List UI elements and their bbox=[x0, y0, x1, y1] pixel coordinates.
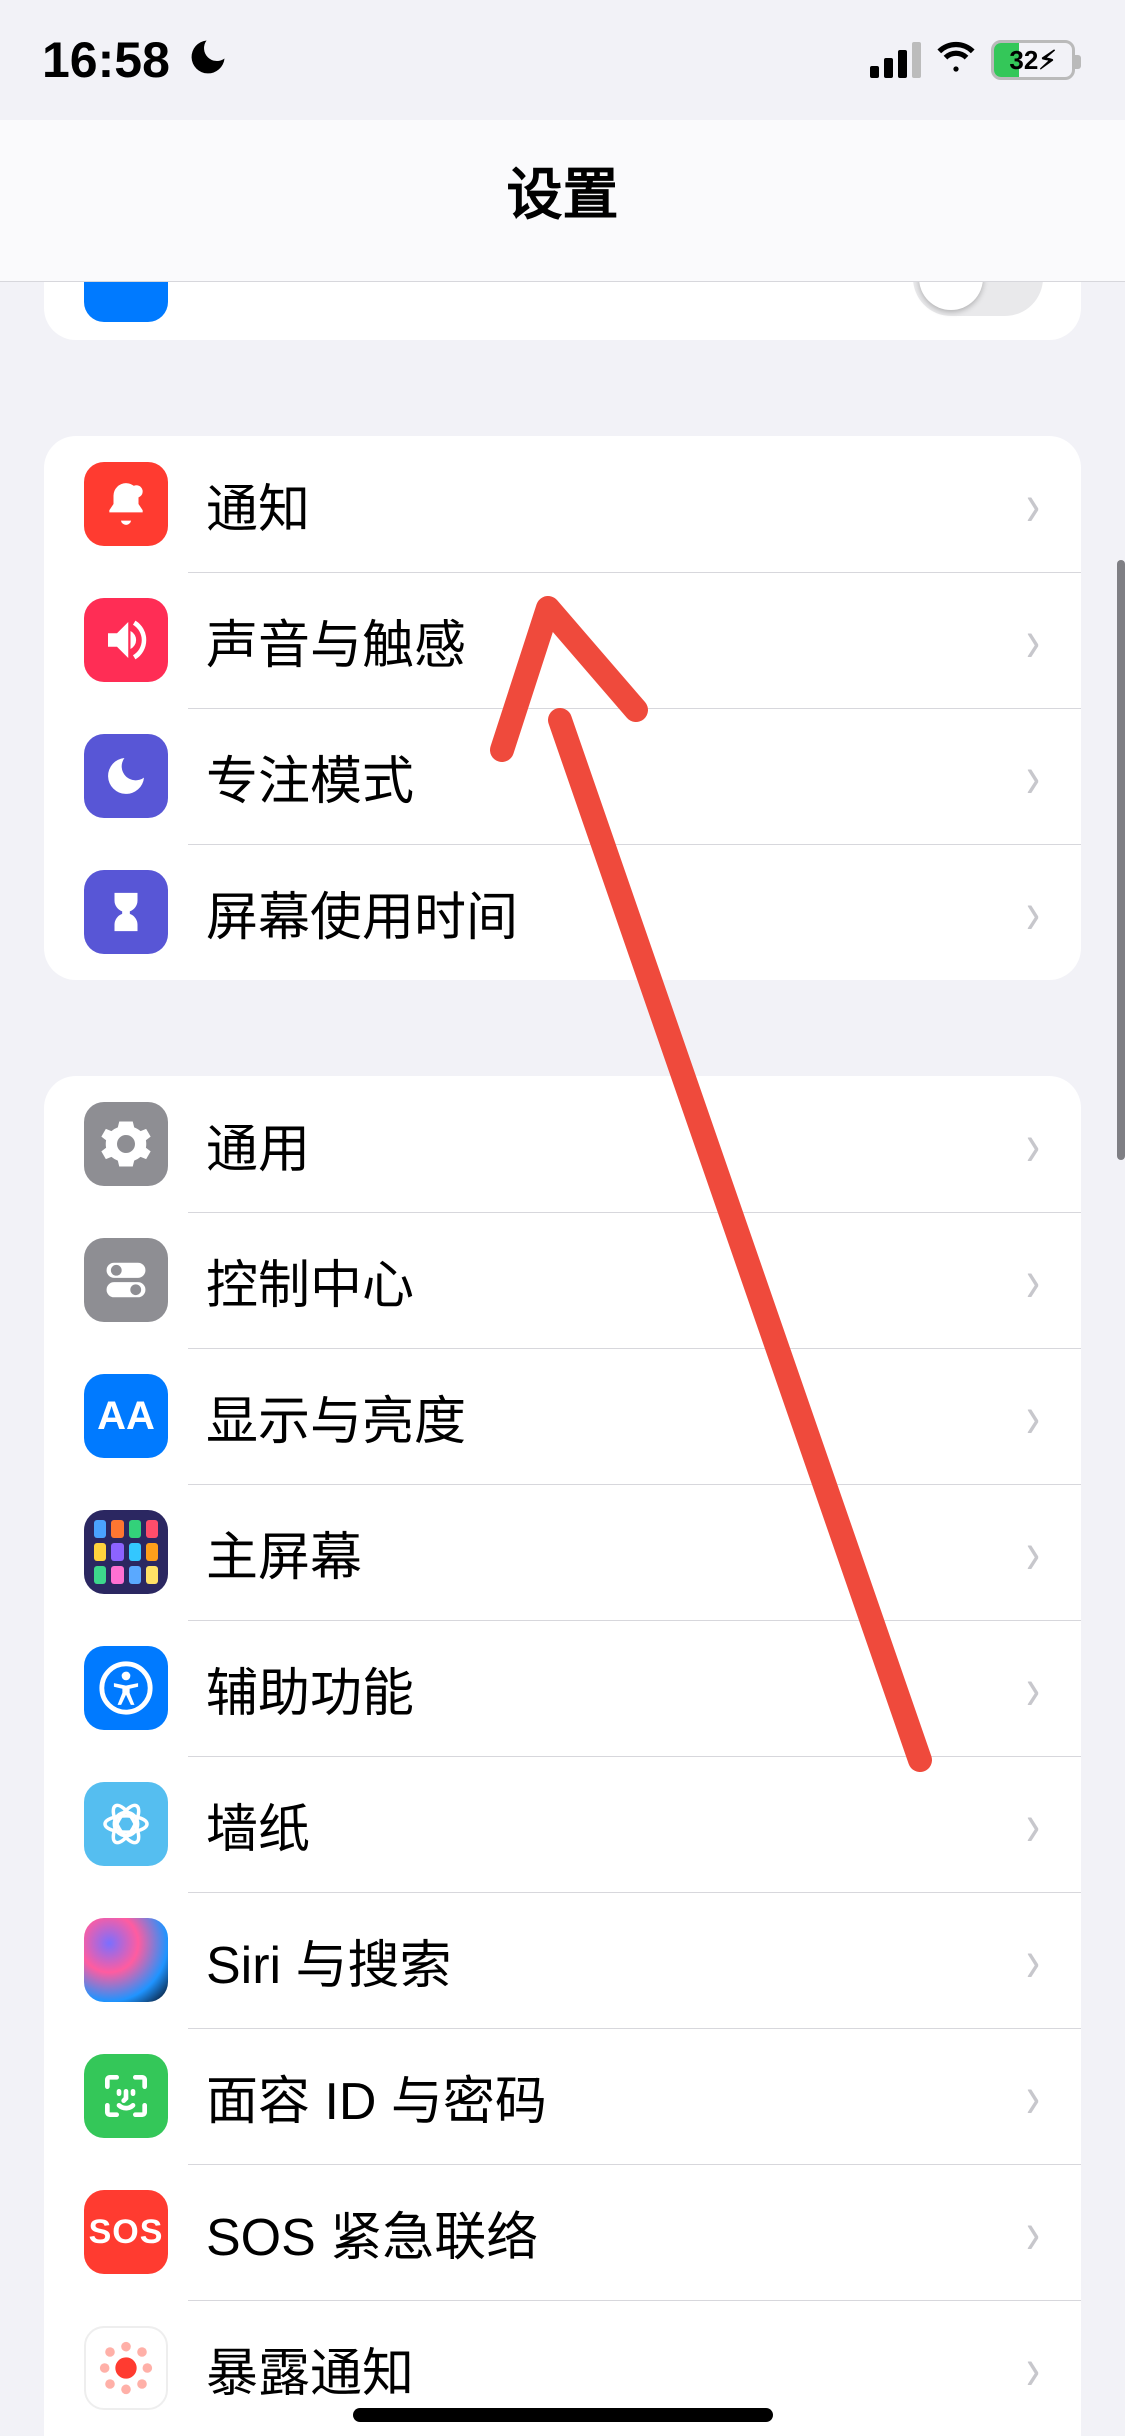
settings-row-label: 屏幕使用时间 bbox=[206, 875, 1023, 950]
status-left: 16:58 bbox=[42, 31, 230, 89]
status-time: 16:58 bbox=[42, 31, 170, 89]
general-icon bbox=[84, 1102, 168, 1186]
chevron-right-icon: › bbox=[1026, 1382, 1040, 1451]
chevron-right-icon: › bbox=[1026, 2334, 1040, 2403]
wifi-icon bbox=[935, 34, 977, 86]
face-id-icon bbox=[84, 2054, 168, 2138]
settings-row-label: 暴露通知 bbox=[206, 2331, 1023, 2406]
wallpaper-icon bbox=[84, 1782, 168, 1866]
settings-row-home-screen[interactable]: 主屏幕 › bbox=[44, 1484, 1081, 1620]
battery-text: 32⚡︎ bbox=[994, 45, 1072, 76]
settings-group-attention: 通知 › 声音与触感 › 专注模式 › 屏幕使用时间 › bbox=[44, 436, 1081, 980]
chevron-right-icon: › bbox=[1026, 1654, 1040, 1723]
settings-row-wallpaper[interactable]: 墙纸 › bbox=[44, 1756, 1081, 1892]
settings-row-face-id-passcode[interactable]: 面容 ID 与密码 › bbox=[44, 2028, 1081, 2164]
previous-group-partial bbox=[44, 282, 1081, 340]
scroll-indicator[interactable] bbox=[1117, 560, 1125, 1160]
settings-group-general: 通用 › 控制中心 › AA 显示与亮度 › 主屏幕 › bbox=[44, 1076, 1081, 2436]
exposure-notification-icon bbox=[84, 2326, 168, 2410]
settings-row-emergency-sos[interactable]: SOS SOS 紧急联络 › bbox=[44, 2164, 1081, 2300]
settings-row-general[interactable]: 通用 › bbox=[44, 1076, 1081, 1212]
siri-icon bbox=[84, 1918, 168, 2002]
chevron-right-icon: › bbox=[1026, 1246, 1040, 1315]
settings-row-label: 专注模式 bbox=[206, 739, 1023, 814]
notifications-icon bbox=[84, 462, 168, 546]
chevron-right-icon: › bbox=[1026, 742, 1040, 811]
settings-row-label: 主屏幕 bbox=[206, 1515, 1023, 1590]
settings-row-label: 通知 bbox=[206, 467, 1023, 542]
previous-row-icon bbox=[84, 282, 168, 322]
settings-row-label: 控制中心 bbox=[206, 1243, 1023, 1318]
do-not-disturb-icon bbox=[186, 35, 230, 90]
settings-row-label: 显示与亮度 bbox=[206, 1379, 1023, 1454]
settings-row-label: 辅助功能 bbox=[206, 1651, 1023, 1726]
settings-row-label: SOS 紧急联络 bbox=[206, 2195, 1023, 2270]
page-title: 设置 bbox=[0, 150, 1125, 231]
battery-icon: 32⚡︎ bbox=[991, 40, 1075, 80]
screen-time-icon bbox=[84, 870, 168, 954]
chevron-right-icon: › bbox=[1026, 1790, 1040, 1859]
chevron-right-icon: › bbox=[1026, 2198, 1040, 2267]
settings-row-siri-search[interactable]: Siri 与搜索 › bbox=[44, 1892, 1081, 2028]
status-bar: 16:58 32⚡︎ bbox=[0, 0, 1125, 120]
cellular-signal-icon bbox=[870, 42, 921, 78]
settings-row-label: Siri 与搜索 bbox=[206, 1923, 1023, 1998]
settings-row-label: 面容 ID 与密码 bbox=[206, 2059, 1023, 2134]
sound-icon bbox=[84, 598, 168, 682]
chevron-right-icon: › bbox=[1026, 1110, 1040, 1179]
settings-row-accessibility[interactable]: 辅助功能 › bbox=[44, 1620, 1081, 1756]
control-center-icon bbox=[84, 1238, 168, 1322]
settings-row-label: 墙纸 bbox=[206, 1787, 1023, 1862]
settings-row-screen-time[interactable]: 屏幕使用时间 › bbox=[44, 844, 1081, 980]
chevron-right-icon: › bbox=[1026, 1518, 1040, 1587]
home-screen-icon bbox=[84, 1510, 168, 1594]
settings-row-sounds-haptics[interactable]: 声音与触感 › bbox=[44, 572, 1081, 708]
settings-row-display-brightness[interactable]: AA 显示与亮度 › bbox=[44, 1348, 1081, 1484]
nav-header: 设置 bbox=[0, 120, 1125, 282]
previous-row-toggle[interactable] bbox=[913, 282, 1043, 316]
home-indicator[interactable] bbox=[353, 2408, 773, 2422]
chevron-right-icon: › bbox=[1026, 1926, 1040, 1995]
status-right: 32⚡︎ bbox=[870, 34, 1075, 86]
chevron-right-icon: › bbox=[1026, 606, 1040, 675]
accessibility-icon bbox=[84, 1646, 168, 1730]
sos-icon: SOS bbox=[84, 2190, 168, 2274]
settings-row-control-center[interactable]: 控制中心 › bbox=[44, 1212, 1081, 1348]
focus-icon bbox=[84, 734, 168, 818]
settings-row-label: 通用 bbox=[206, 1107, 1023, 1182]
settings-row-focus[interactable]: 专注模式 › bbox=[44, 708, 1081, 844]
settings-row-label: 声音与触感 bbox=[206, 603, 1023, 678]
display-brightness-icon: AA bbox=[84, 1374, 168, 1458]
chevron-right-icon: › bbox=[1026, 2062, 1040, 2131]
settings-row-notifications[interactable]: 通知 › bbox=[44, 436, 1081, 572]
chevron-right-icon: › bbox=[1026, 878, 1040, 947]
chevron-right-icon: › bbox=[1026, 470, 1040, 539]
